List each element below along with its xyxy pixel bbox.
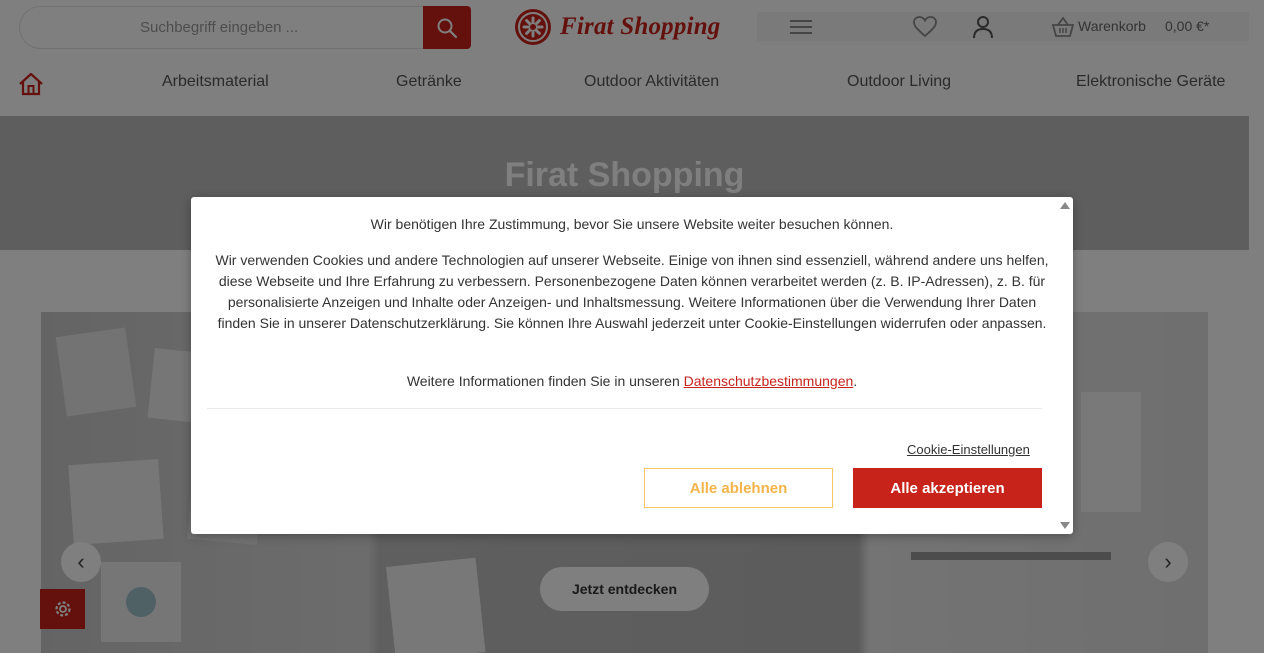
more-info-prefix: Weitere Informationen finden Sie in unse… bbox=[406, 373, 684, 389]
cookie-settings-link[interactable]: Cookie-Einstellungen bbox=[907, 442, 1030, 457]
cookie-body-text: Wir verwenden Cookies und andere Technol… bbox=[215, 252, 1049, 331]
cookie-consent-modal: Wir benötigen Ihre Zustimmung, bevor Sie… bbox=[191, 197, 1073, 534]
scroll-up-arrow-icon[interactable] bbox=[1060, 202, 1070, 209]
more-info-suffix: . bbox=[853, 373, 858, 389]
decline-all-button[interactable]: Alle ablehnen bbox=[644, 468, 833, 508]
modal-divider bbox=[207, 408, 1042, 409]
cookie-more-info: Weitere Informationen finden Sie in unse… bbox=[207, 371, 1057, 392]
modal-scrollbar[interactable] bbox=[1057, 197, 1073, 534]
scroll-down-arrow-icon[interactable] bbox=[1060, 522, 1070, 529]
privacy-policy-link[interactable]: Datenschutzbestimmungen bbox=[684, 373, 854, 389]
cookie-intro-text: Wir benötigen Ihre Zustimmung, bevor Sie… bbox=[370, 216, 894, 232]
accept-all-button[interactable]: Alle akzeptieren bbox=[853, 468, 1042, 508]
